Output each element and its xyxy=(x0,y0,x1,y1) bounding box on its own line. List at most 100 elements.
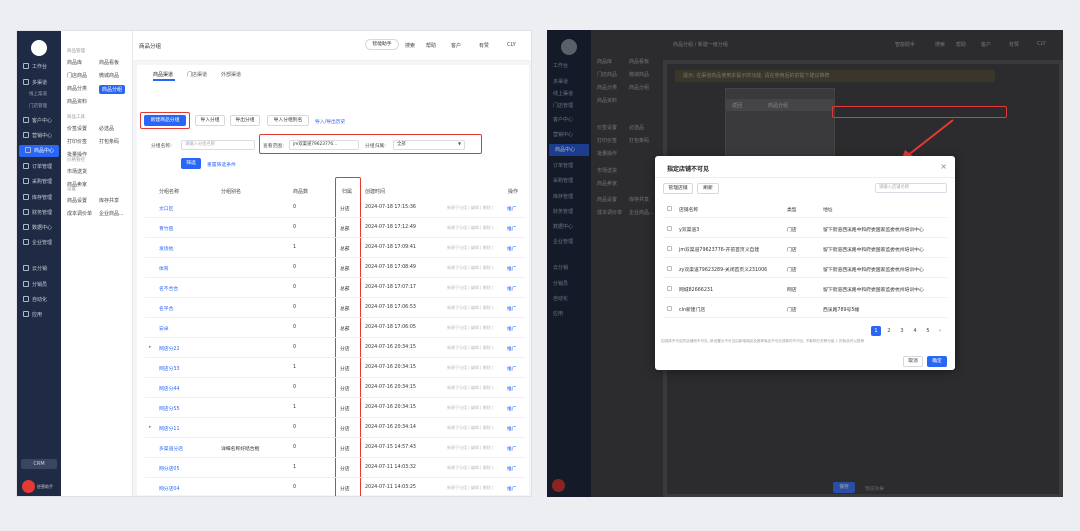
nav-item-16[interactable]: 应用 xyxy=(547,308,591,320)
submenu-item[interactable]: 打包条码 xyxy=(99,138,119,145)
row-actions[interactable]: 新建子分组 | 编辑 | 删除 | xyxy=(447,485,493,491)
nav-item-13[interactable]: 云分销 xyxy=(17,263,61,275)
row-actions[interactable]: 新建子分组 | 编辑 | 删除 | xyxy=(447,405,493,411)
nav-item-6[interactable]: 商品中心 xyxy=(19,145,59,157)
help-link[interactable]: 帮助 xyxy=(426,42,436,49)
group-name-link[interactable]: 文口区 xyxy=(159,205,173,212)
user-menu[interactable]: CLY xyxy=(1037,41,1046,47)
promote-link[interactable]: 推广 xyxy=(507,385,517,392)
export-group-button[interactable]: 导出分组 xyxy=(230,115,260,126)
nav-item-1[interactable]: 多渠道 xyxy=(547,76,591,88)
submenu-item[interactable]: 商品看板 xyxy=(629,58,649,65)
submenu-item[interactable]: 企业商品... xyxy=(99,210,124,217)
submenu-item[interactable]: 成本调价单 xyxy=(597,209,622,216)
row-actions[interactable]: 新建子分组 | 编辑 | 删除 | xyxy=(447,465,493,471)
group-name-link[interactable]: 网店分22 xyxy=(159,345,180,352)
store-checkbox[interactable] xyxy=(667,306,672,311)
nav-item-0[interactable]: 工作台 xyxy=(17,61,61,73)
submenu-item[interactable]: 商品看板 xyxy=(99,59,119,66)
nav-item-1[interactable]: 多渠道 xyxy=(17,77,61,89)
save-button[interactable]: 保存 xyxy=(833,482,855,493)
nav-item-3[interactable]: 门店管理 xyxy=(547,100,591,112)
row-actions[interactable]: 新建子分组 | 编辑 | 删除 | xyxy=(447,425,493,431)
promote-link[interactable]: 推广 xyxy=(507,265,517,272)
nav-item-2[interactable]: 线上渠道 xyxy=(17,89,61,101)
promote-link[interactable]: 推广 xyxy=(507,305,517,312)
assistant-button[interactable]: 智能助手 xyxy=(895,41,915,48)
nav-item-14[interactable]: 分销员 xyxy=(547,278,591,290)
cancel-button[interactable]: 取消 xyxy=(903,356,923,367)
promote-link[interactable]: 推广 xyxy=(507,405,517,412)
nav-item-11[interactable]: 数据中心 xyxy=(17,222,61,234)
nav-item-5[interactable]: 营销中心 xyxy=(17,130,61,142)
nav-item-10[interactable]: 财务管理 xyxy=(17,207,61,219)
thumbs-up-icon[interactable] xyxy=(552,479,565,492)
submenu-item[interactable]: 商品卖家 xyxy=(597,180,617,187)
nav-item-8[interactable]: 采购管理 xyxy=(17,176,61,188)
nav-item-10[interactable]: 财务管理 xyxy=(547,206,591,218)
group-name-link[interactable]: 网店分11 xyxy=(159,425,180,432)
nav-item-6[interactable]: 商品中心 xyxy=(549,144,589,156)
page-3[interactable]: 3 xyxy=(897,326,907,336)
import-group-button[interactable]: 导入分组 xyxy=(195,115,225,126)
group-name-link[interactable]: 青竹亩 xyxy=(159,225,173,232)
submenu-item[interactable]: 市场送货 xyxy=(67,168,87,175)
submenu-item[interactable]: 商品资料 xyxy=(67,98,87,105)
promote-link[interactable]: 推广 xyxy=(507,365,517,372)
group-name-input[interactable]: 请输入分组名称 xyxy=(181,140,255,150)
submenu-item[interactable]: 商品设置 xyxy=(67,197,87,204)
submenu-item[interactable]: 微城商品 xyxy=(99,72,119,79)
select-all-checkbox[interactable] xyxy=(667,206,672,211)
submenu-item[interactable]: 市场送货 xyxy=(597,167,617,174)
nav-item-11[interactable]: 数据中心 xyxy=(547,221,591,233)
submenu-item[interactable]: 商品设置 xyxy=(597,196,617,203)
reset-filter-link[interactable]: 重置筛选条件 xyxy=(207,161,236,168)
submenu-item[interactable]: 库存共享 xyxy=(99,197,119,204)
nav-item-8[interactable]: 采购管理 xyxy=(547,175,591,187)
submenu-item[interactable]: 价签设置 xyxy=(67,125,87,132)
promote-link[interactable]: 推广 xyxy=(507,345,517,352)
submenu-item[interactable]: 打印价签 xyxy=(597,137,617,144)
nav-item-12[interactable]: 企业管理 xyxy=(17,237,61,249)
submenu-item[interactable]: 商品库 xyxy=(597,58,612,65)
nav-item-5[interactable]: 营销中心 xyxy=(547,129,591,141)
nav-item-15[interactable]: 自动化 xyxy=(547,293,591,305)
submenu-item[interactable]: 商品分组 xyxy=(99,85,126,94)
group-name-link[interactable]: 网店分44 xyxy=(159,385,180,392)
submenu-item[interactable]: 打印价签 xyxy=(67,138,87,145)
group-name-link[interactable]: 网店分55 xyxy=(159,405,180,412)
store-checkbox[interactable] xyxy=(667,266,672,271)
group-name-link[interactable]: 发烧他 xyxy=(159,245,173,252)
new-group-button[interactable]: 新建商品分组 xyxy=(144,115,186,126)
search-link[interactable]: 搜索 xyxy=(935,41,945,48)
nav-item-4[interactable]: 客户中心 xyxy=(547,114,591,126)
submenu-item[interactable]: 门店商品 xyxy=(67,72,87,79)
nav-item-7[interactable]: 订单管理 xyxy=(17,161,61,173)
submenu-item[interactable]: 商品分类 xyxy=(597,84,617,91)
page-4[interactable]: 4 xyxy=(910,326,920,336)
promote-link[interactable]: 推广 xyxy=(507,285,517,292)
row-actions[interactable]: 新建子分组 | 编辑 | 删除 | xyxy=(447,245,493,251)
expand-icon[interactable]: ▸ xyxy=(149,345,151,350)
news-link[interactable]: 有赞 xyxy=(1009,41,1019,48)
store-checkbox[interactable] xyxy=(667,246,672,251)
submenu-item[interactable]: 批量操作 xyxy=(597,150,617,157)
promote-link[interactable]: 推广 xyxy=(507,445,517,452)
group-name-link[interactable]: 网分店04 xyxy=(159,485,180,492)
promote-link[interactable]: 推广 xyxy=(507,225,517,232)
submenu-item[interactable]: 库存共享 xyxy=(629,196,649,203)
group-name-link[interactable]: 名不合合 xyxy=(159,285,178,292)
submenu-item[interactable]: 商品分类 xyxy=(67,85,87,92)
row-actions[interactable]: 新建子分组 | 编辑 | 删除 | xyxy=(447,225,493,231)
nav-item-16[interactable]: 应用 xyxy=(17,309,61,321)
assistant-button[interactable]: 智能助手 xyxy=(365,39,399,50)
nav-item-2[interactable]: 线上渠道 xyxy=(547,88,591,100)
submenu-item[interactable]: 成本调价单 xyxy=(67,210,92,217)
submenu-item[interactable]: 商品资料 xyxy=(597,97,617,104)
row-actions[interactable]: 新建子分组 | 编辑 | 删除 | xyxy=(447,345,493,351)
nav-item-0[interactable]: 工作台 xyxy=(547,60,591,72)
crm-button[interactable]: CRM xyxy=(21,459,57,469)
expand-icon[interactable]: ▸ xyxy=(149,425,151,430)
promote-link[interactable]: 推广 xyxy=(507,205,517,212)
preview-link[interactable]: 预览效果 xyxy=(865,485,884,492)
